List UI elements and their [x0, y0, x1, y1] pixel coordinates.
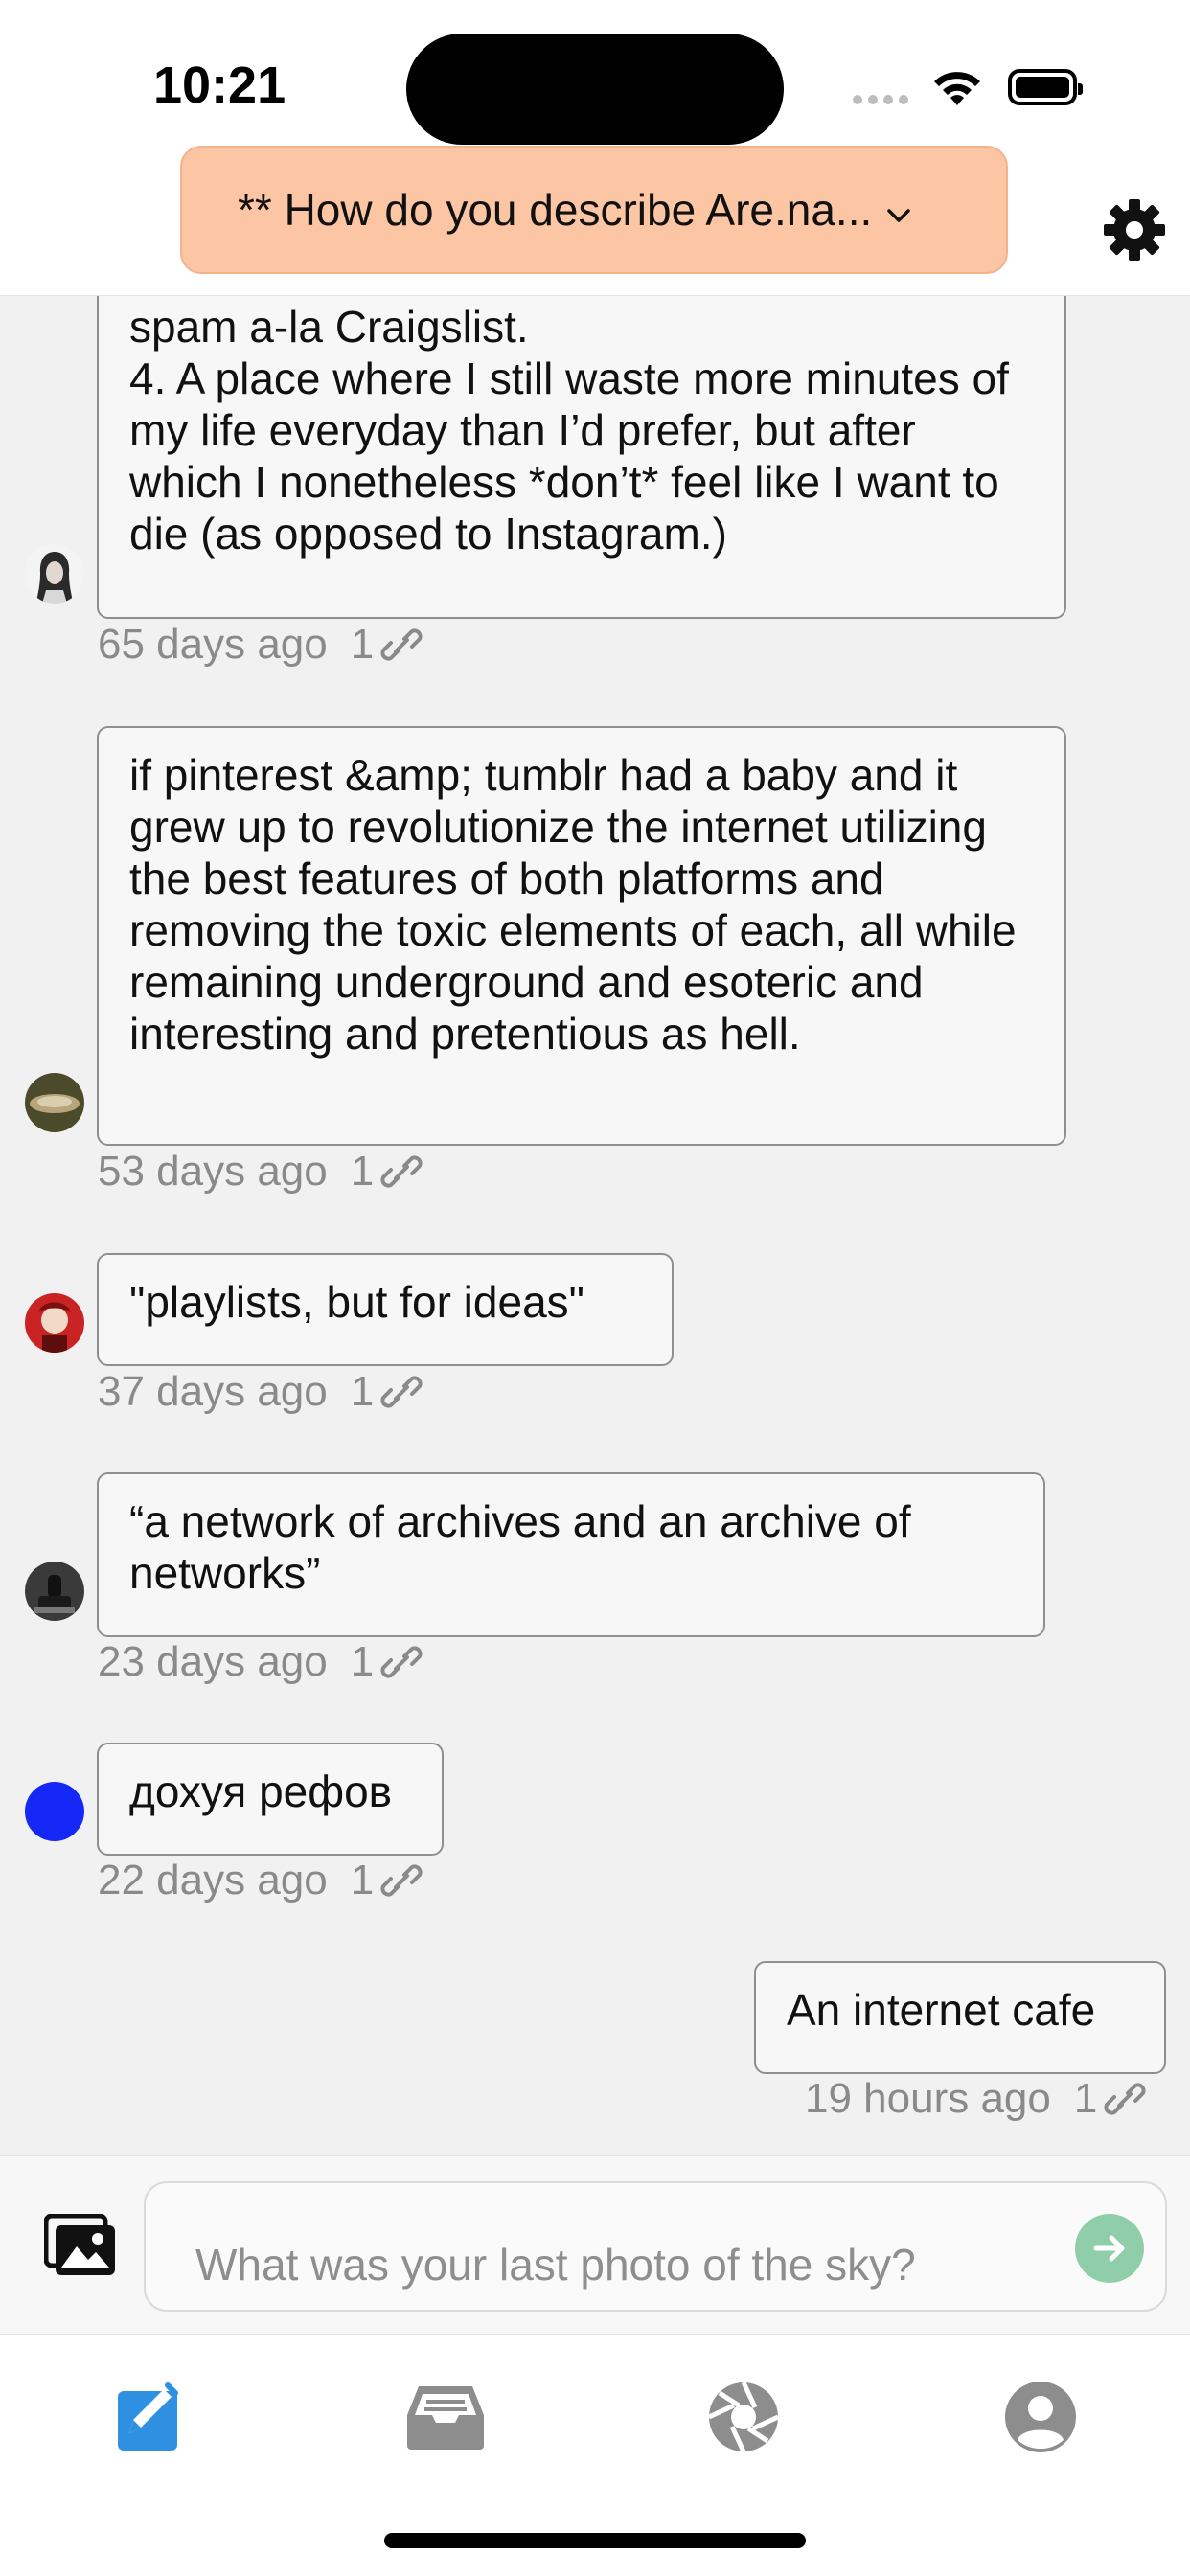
- battery-icon: [1008, 69, 1083, 105]
- message-feed[interactable]: spam a-la Craigslist. 4. A place where I…: [0, 295, 1190, 2155]
- own-message-bubble[interactable]: An internet cafe: [754, 1961, 1166, 2074]
- avatar[interactable]: [25, 1562, 84, 1621]
- connection-count: 1: [350, 1638, 375, 1685]
- message-bubble[interactable]: “a network of archives and an archive of…: [97, 1472, 1045, 1637]
- connection-count: 1: [350, 1368, 375, 1415]
- prompt-title: ** How do you describe Are.na...: [238, 185, 873, 235]
- message-bubble[interactable]: "playlists, but for ideas": [97, 1253, 674, 1366]
- composer: [0, 2155, 1190, 2335]
- link-icon: [380, 1376, 423, 1408]
- tab-aperture[interactable]: [696, 2369, 791, 2465]
- timestamp: 65 days ago: [98, 621, 328, 668]
- home-indicator: [384, 2533, 806, 2548]
- arrow-right-icon: [1093, 2235, 1125, 2262]
- connection-count: 1: [350, 1857, 375, 1904]
- avatar[interactable]: [25, 544, 84, 604]
- link-icon: [380, 628, 423, 661]
- message-meta: 23 days ago 1: [98, 1638, 423, 1686]
- aperture-icon: [707, 2381, 780, 2453]
- link-icon: [380, 1155, 423, 1188]
- profile-icon: [1005, 2382, 1076, 2452]
- message-meta: 19 hours ago 1: [805, 2075, 1147, 2123]
- timestamp: 37 days ago: [98, 1368, 328, 1415]
- message-meta: 65 days ago 1: [98, 621, 423, 669]
- timestamp: 22 days ago: [98, 1857, 328, 1904]
- message-bubble[interactable]: spam a-la Craigslist. 4. A place where I…: [97, 295, 1066, 619]
- header: 10:21 ** How do you describe Are.na...: [0, 0, 1190, 296]
- message-meta: 37 days ago 1: [98, 1368, 423, 1416]
- timestamp: 23 days ago: [98, 1638, 328, 1685]
- wifi-icon: [929, 67, 985, 114]
- message-bubble[interactable]: дохуя рефов: [97, 1743, 444, 1856]
- connection-count: 1: [350, 1148, 375, 1195]
- link-icon: [380, 1646, 423, 1678]
- timestamp: 19 hours ago: [805, 2075, 1051, 2122]
- photo-library-icon[interactable]: [43, 2213, 119, 2284]
- link-icon: [1104, 2083, 1146, 2115]
- tab-profile[interactable]: [993, 2369, 1088, 2465]
- link-icon: [380, 1864, 423, 1897]
- message-input[interactable]: [144, 2181, 1167, 2312]
- avatar[interactable]: [25, 1073, 84, 1132]
- gear-icon[interactable]: [1100, 195, 1169, 269]
- message-meta: 22 days ago 1: [98, 1857, 423, 1904]
- avatar[interactable]: [25, 1293, 84, 1353]
- chevron-down-icon: [885, 184, 912, 236]
- send-button[interactable]: [1075, 2214, 1144, 2283]
- cellular-signal-icon: [853, 92, 914, 109]
- dynamic-island: [406, 34, 784, 145]
- message-meta: 53 days ago 1: [98, 1148, 423, 1196]
- message-bubble[interactable]: if pinterest &amp; tumblr had a baby and…: [97, 726, 1066, 1146]
- tab-compose[interactable]: [96, 2369, 192, 2465]
- connection-count: 1: [350, 621, 375, 668]
- prompt-selector[interactable]: ** How do you describe Are.na...: [180, 146, 1008, 274]
- inbox-icon: [407, 2386, 484, 2450]
- status-time: 10:21: [153, 57, 286, 114]
- avatar[interactable]: [25, 1782, 84, 1841]
- timestamp: 53 days ago: [98, 1148, 328, 1195]
- tab-inbox[interactable]: [398, 2369, 493, 2465]
- compose-icon: [118, 2382, 178, 2451]
- connection-count: 1: [1073, 2075, 1098, 2122]
